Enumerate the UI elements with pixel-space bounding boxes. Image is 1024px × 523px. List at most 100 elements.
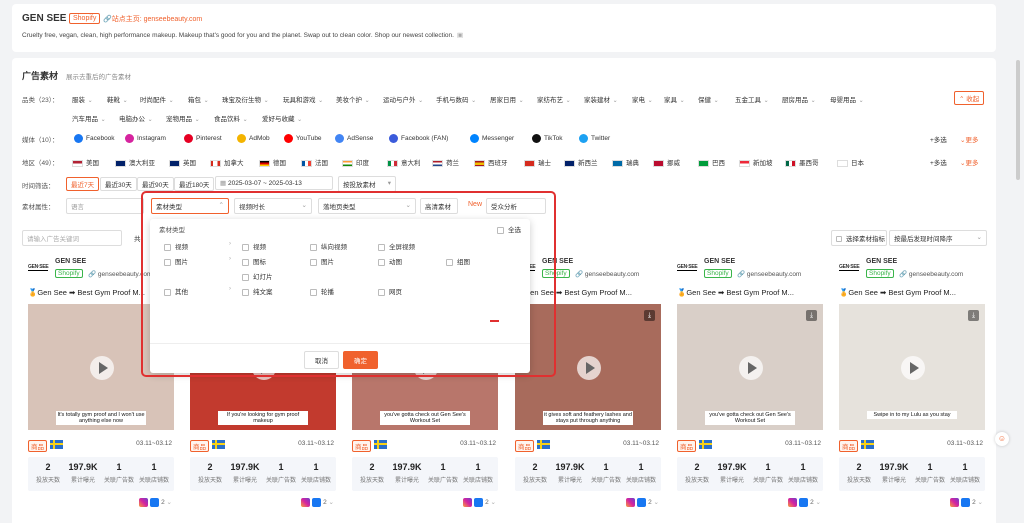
region-mexico[interactable]: 墨西哥 [785,157,819,167]
region-sweden[interactable]: 瑞典 [612,157,639,167]
facebook-fan-icon [389,134,398,143]
time-7d[interactable]: 最近7天 [66,177,100,191]
region-spain[interactable]: 西班牙 [474,157,508,167]
card-domain[interactable]: 🔗 genseebeauty.com [899,270,963,278]
category-item[interactable]: 家纺布艺 ⌄ [537,94,571,104]
region-japan[interactable]: 日本 [837,157,864,167]
search-input[interactable]: 请输入广告关键词 [22,230,122,246]
page-scrollbar[interactable] [1016,60,1020,180]
by-placement-toggle[interactable]: 按投放素材 ▾ [338,176,396,192]
social-icons[interactable]: 2 ⌄ [301,498,334,507]
card-domain[interactable]: 🔗 genseebeauty.com [575,270,639,278]
social-icons[interactable]: 2 ⌄ [463,498,496,507]
region-new-zealand[interactable]: 新西兰 [564,157,598,167]
social-icons[interactable]: 2 ⌄ [626,498,659,507]
date-range-picker[interactable]: ▦ 2025-03-07 ~ 2025-03-13 [215,176,333,190]
time-90d[interactable]: 最近90天 [137,177,174,191]
card-title[interactable]: 🏅Gen See ➡ Best Gym Proof M... [839,288,956,297]
category-item[interactable]: 家电 ⌄ [632,94,653,104]
region-france[interactable]: 法国 [301,157,328,167]
region-italy[interactable]: 意大利 [387,157,421,167]
stat-label: 关联广告数 [914,478,945,484]
media-youtube[interactable]: YouTube [284,134,322,143]
video-thumbnail[interactable]: Swipe in to my Lulu as you stay ⤓ [839,304,985,430]
media-admob[interactable]: AdMob [237,134,270,143]
stat-item: 2 投放天数 [841,462,877,484]
category-item[interactable]: 宠物用品 ⌄ [166,113,200,123]
media-adsense[interactable]: AdSense [335,134,373,143]
media-twitter[interactable]: Twitter [579,134,610,143]
region-norway[interactable]: 挪威 [653,157,680,167]
region-more[interactable]: ⌄更多 [960,157,978,167]
sort-select[interactable]: 按最后发现时间降序 ⌄ [889,230,987,246]
media-more[interactable]: ⌄更多 [960,134,978,144]
download-icon[interactable]: ⤓ [968,310,979,321]
region-australia[interactable]: 澳大利亚 [115,157,155,167]
social-icons[interactable]: 2 ⌄ [788,498,821,507]
play-icon[interactable] [577,356,601,380]
region-india[interactable]: 印度 [342,157,369,167]
chat-icon[interactable]: ☺ [995,432,1009,446]
site-link[interactable]: 🔗站点主页: genseebeauty.com [103,14,202,24]
region-uk[interactable]: 英国 [169,157,196,167]
copy-icon[interactable]: ▣ [457,32,463,39]
category-item[interactable]: 手机与数码 ⌄ [436,94,476,104]
time-30d[interactable]: 最近30天 [100,177,137,191]
category-item[interactable]: 食品饮料 ⌄ [214,113,248,123]
category-item[interactable]: 厨房用品 ⌄ [782,94,816,104]
media-multi-select[interactable]: +多选 [930,134,947,144]
category-item[interactable]: 家具 ⌄ [664,94,685,104]
category-item[interactable]: 时尚配件 ⌄ [140,94,174,104]
category-item[interactable]: 玩具和游戏 ⌄ [283,94,323,104]
region-canada[interactable]: 加拿大 [210,157,244,167]
card-title[interactable]: 🏅Gen See ➡ Best Gym Proof M... [677,288,794,297]
category-item[interactable]: 爱好与收藏 ⌄ [262,113,302,123]
region-netherlands[interactable]: 荷兰 [432,157,459,167]
region-us[interactable]: 美国 [72,157,99,167]
region-switzerland[interactable]: 瑞士 [524,157,551,167]
card-domain[interactable]: 🔗 genseebeauty.com [737,270,801,278]
select-metric-button[interactable]: 选择素材指标 [831,230,887,246]
category-item[interactable]: 运动与户外 ⌄ [383,94,423,104]
messenger-icon [470,134,479,143]
category-item[interactable]: 美妆个护 ⌄ [336,94,370,104]
media-messenger[interactable]: Messenger [470,134,514,143]
category-item[interactable]: 居家日用 ⌄ [490,94,524,104]
media-instagram[interactable]: Instagram [125,134,166,143]
category-item[interactable]: 汽车用品 ⌄ [72,113,106,123]
play-icon[interactable] [739,356,763,380]
region-singapore[interactable]: 新加坡 [739,157,773,167]
media-tiktok[interactable]: TikTok [532,134,563,143]
category-item[interactable]: 服装 ⌄ [72,94,93,104]
region-germany[interactable]: 德国 [259,157,286,167]
play-icon[interactable] [90,356,114,380]
category-item[interactable]: 母婴用品 ⌄ [830,94,864,104]
media-facebook[interactable]: Facebook [74,134,115,143]
ad-card[interactable]: GEN·SEE GEN SEE Shopify 🔗 genseebeauty.com 🏅… [671,252,829,523]
stat-value: 1 [151,462,157,472]
category-item[interactable]: 电脑办公 ⌄ [119,113,153,123]
category-item[interactable]: 家装建材 ⌄ [584,94,618,104]
download-icon[interactable]: ⤓ [806,310,817,321]
media-facebook-fan[interactable]: Facebook (FAN) [389,134,448,143]
card-title[interactable]: 🏅Gen See ➡ Best Gym Proof M... [28,288,145,297]
time-180d[interactable]: 最近180天 [174,177,215,191]
category-item[interactable]: 鞋靴 ⌄ [107,94,128,104]
region-multi-select[interactable]: +多选 [930,157,947,167]
language-select[interactable]: 语言 [66,198,144,214]
category-item[interactable]: 珠宝及衍生物 ⌄ [222,94,269,104]
category-item[interactable]: 五金工具 ⌄ [735,94,769,104]
collapse-button[interactable]: ⌃ 收起 [954,91,985,105]
social-icons[interactable]: 2 ⌄ [950,498,983,507]
play-icon[interactable] [901,356,925,380]
video-thumbnail[interactable]: you've gotta check out Gen See's Workout… [677,304,823,430]
category-item[interactable]: 箱包 ⌄ [188,94,209,104]
social-icons[interactable]: 2 ⌄ [139,498,172,507]
download-icon[interactable]: ⤓ [644,310,655,321]
stat-item: 197.9K 累计曝光 [389,462,425,484]
instagram-icon [125,134,134,143]
media-pinterest[interactable]: Pinterest [184,134,222,143]
ad-card[interactable]: GEN·SEE GEN SEE Shopify 🔗 genseebeauty.com 🏅… [833,252,991,523]
region-brazil[interactable]: 巴西 [698,157,725,167]
category-item[interactable]: 保健 ⌄ [698,94,719,104]
